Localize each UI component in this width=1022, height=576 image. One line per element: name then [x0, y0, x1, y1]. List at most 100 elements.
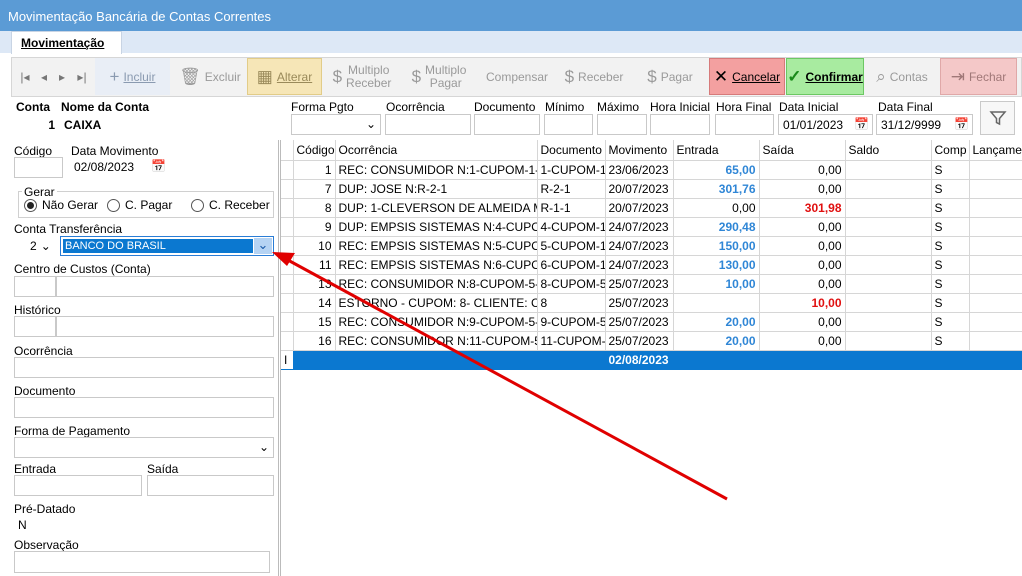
radio-dot-selected: [24, 198, 37, 212]
entrada-input[interactable]: [14, 475, 142, 496]
data-inicial-input[interactable]: 01/01/2023 📅: [778, 114, 873, 135]
cell-documento: 8: [537, 293, 606, 313]
pre-datado-value[interactable]: N: [18, 518, 27, 532]
radio-nao-gerar[interactable]: Não Gerar: [24, 198, 98, 212]
calendar-icon[interactable]: 📅: [954, 117, 969, 131]
table-row[interactable]: 8 DUP: 1-CLEVERSON DE ALMEIDA MA R-1-1 20/0…: [281, 198, 1022, 218]
historico-text-input[interactable]: [56, 316, 274, 337]
centro-custos-code-input[interactable]: [14, 276, 56, 297]
receber-button[interactable]: $ Receber: [557, 58, 631, 95]
confirmar-button[interactable]: ✓ Confirmar: [786, 58, 864, 95]
cell-comp: S: [931, 312, 970, 332]
cell-movimento: 25/07/2023: [605, 312, 674, 332]
compensar-button[interactable]: Compensar: [480, 58, 554, 95]
cell-lancamento: [969, 179, 1022, 199]
data-movimento-value: 02/08/2023: [74, 160, 135, 174]
cell-saida: 0,00: [759, 312, 846, 332]
gerar-label: Gerar: [22, 185, 57, 199]
data-inicial-label: Data Inicial: [779, 100, 839, 114]
table-row[interactable]: 14 ESTORNO - CUPOM: 8- CLIENTE: CC 8 25/07/…: [281, 293, 1022, 313]
table-row[interactable]: 9DUP: EMPSIS SISTEMAS N:4-CUPOM4-CUPOM-1…: [281, 217, 1022, 237]
historico-code-input[interactable]: [14, 316, 56, 337]
conta-transferencia-number[interactable]: 2 ⌄: [14, 236, 56, 256]
forma-pagamento-select[interactable]: ⌄: [14, 437, 274, 458]
hora-inicial-label: Hora Inicial: [650, 100, 711, 114]
cell-empty: [673, 350, 760, 370]
table-row[interactable]: 15REC: CONSUMIDOR N:9-CUPOM-5-19-CUPOM-5…: [281, 312, 1022, 332]
observacao-input[interactable]: [14, 551, 270, 573]
data-movimento-input[interactable]: 02/08/2023 📅: [70, 157, 172, 178]
pagar-label: Pagar: [660, 69, 693, 84]
cell-saldo: [845, 331, 932, 351]
maximo-input[interactable]: [597, 114, 647, 135]
table-row[interactable]: 13REC: CONSUMIDOR N:8-CUPOM-5-18-CUPOM-5…: [281, 274, 1022, 294]
chevron-down-icon: ⌄: [40, 239, 51, 253]
data-final-label: Data Final: [878, 100, 933, 114]
prev-record-button[interactable]: ◂: [35, 58, 53, 95]
next-record-button[interactable]: ▸: [53, 58, 71, 95]
documento-input[interactable]: [14, 397, 274, 418]
data-final-input[interactable]: 31/12/9999 📅: [876, 114, 973, 135]
cell-saldo: [845, 179, 932, 199]
dollar-icon: $: [647, 66, 657, 86]
historico-label: Histórico: [14, 303, 61, 317]
cell-saldo: [845, 293, 932, 313]
fechar-button[interactable]: ⇥ Fechar: [940, 58, 1017, 95]
column-header-entrada[interactable]: Entrada: [673, 140, 760, 161]
documento-filter-input[interactable]: [474, 114, 540, 135]
saida-input[interactable]: [147, 475, 274, 496]
nome-conta-value[interactable]: CAIXA: [60, 115, 284, 136]
column-header-codigo[interactable]: Código: [293, 140, 336, 161]
codigo-input[interactable]: [14, 157, 63, 178]
cell-movimento: 02/08/2023: [605, 350, 674, 370]
insert-row[interactable]: I 02/08/2023: [281, 350, 1022, 370]
cell-comp: S: [931, 293, 970, 313]
tab-movimentacao[interactable]: Movimentação: [11, 31, 122, 54]
table-row[interactable]: 11 REC: EMPSIS SISTEMAS N:6-CUPOM 6-CUPOM-…: [281, 255, 1022, 275]
cell-saldo: [845, 198, 932, 218]
multiplo-receber-button[interactable]: $ Multiplo Receber: [324, 58, 400, 95]
table-row[interactable]: 10 REC: EMPSIS SISTEMAS N:5-CUPOM 5-CUPOM-…: [281, 236, 1022, 256]
radio-c-receber[interactable]: C. Receber: [191, 198, 270, 212]
cell-documento: 4-CUPOM-1-1: [537, 217, 606, 237]
column-header-lancamento[interactable]: Lançamer: [969, 140, 1022, 161]
conta-value[interactable]: 1: [14, 115, 59, 136]
hora-final-input[interactable]: [715, 114, 774, 135]
column-header-saldo[interactable]: Saldo: [845, 140, 932, 161]
table-row[interactable]: 1REC: CONSUMIDOR N:1-CUPOM-1-11-CUPOM-1-…: [281, 160, 1022, 180]
column-header-documento[interactable]: Documento: [537, 140, 606, 161]
ocorrencia-input[interactable]: [14, 357, 274, 378]
centro-custos-name-input[interactable]: [56, 276, 274, 297]
excluir-button[interactable]: 🗑 Excluir: [175, 58, 245, 95]
pagar-button[interactable]: $ Pagar: [634, 58, 706, 95]
table-row[interactable]: 7 DUP: JOSE N:R-2-1 R-2-1 20/07/2023 301,76 0…: [281, 179, 1022, 199]
table-row[interactable]: 16 REC: CONSUMIDOR N:11-CUPOM-5-1 11-CUPOM…: [281, 331, 1022, 351]
first-record-button[interactable]: |◂: [16, 58, 34, 95]
contas-button[interactable]: ⌕ Contas: [866, 58, 938, 95]
column-header-ocorrencia[interactable]: Ocorrência: [335, 140, 538, 161]
cancelar-button[interactable]: ✕ Cancelar: [709, 58, 785, 95]
column-header-movimento[interactable]: Movimento: [605, 140, 674, 161]
calendar-icon[interactable]: 📅: [151, 159, 166, 173]
calendar-icon[interactable]: 📅: [854, 117, 869, 131]
conta-transferencia-select[interactable]: BANCO DO BRASIL ⌄: [60, 236, 274, 256]
multiplo-pagar-label-1: Multiplo: [425, 62, 467, 77]
last-record-button[interactable]: ▸|: [71, 58, 93, 95]
minimo-input[interactable]: [544, 114, 593, 135]
cell-lancamento: [969, 160, 1022, 180]
cell-empty: [845, 350, 932, 370]
multiplo-pagar-button[interactable]: $ Multiplo Pagar: [402, 58, 476, 95]
incluir-button[interactable]: + Incluir: [95, 58, 170, 95]
forma-pgto-select[interactable]: ⌄: [291, 114, 381, 135]
conta-label: Conta: [16, 100, 50, 114]
column-header-saida[interactable]: Saída: [759, 140, 846, 161]
column-header-comp[interactable]: Comp: [931, 140, 970, 161]
row-indicator-header: [281, 140, 294, 161]
hora-inicial-input[interactable]: [650, 114, 710, 135]
chevron-down-icon[interactable]: ⌄: [254, 238, 272, 254]
radio-c-pagar[interactable]: C. Pagar: [107, 198, 172, 212]
filter-button[interactable]: [980, 101, 1015, 135]
ocorrencia-filter-input[interactable]: [385, 114, 471, 135]
cell-comp: S: [931, 198, 970, 218]
alterar-button[interactable]: ▦ Alterar: [247, 58, 322, 95]
